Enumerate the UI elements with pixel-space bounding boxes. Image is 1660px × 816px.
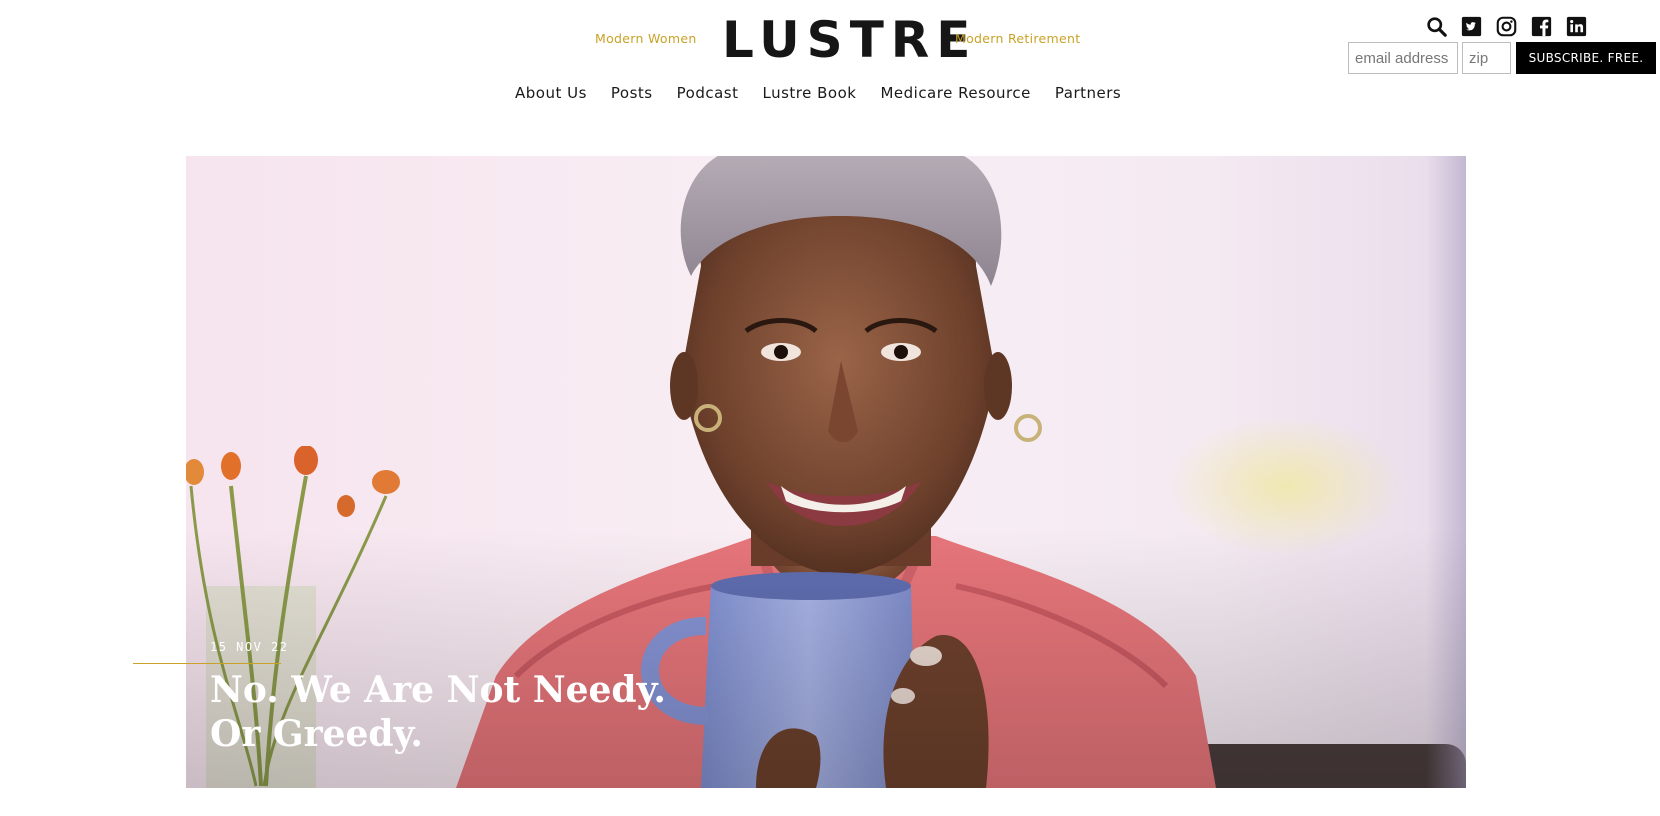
site-logo[interactable]: LUSTRE xyxy=(722,12,977,68)
zip-field[interactable] xyxy=(1462,42,1511,74)
twitter-icon[interactable] xyxy=(1461,16,1482,37)
linkedin-icon[interactable] xyxy=(1566,16,1587,37)
nav-item-posts[interactable]: Posts xyxy=(611,84,653,102)
subscribe-form: SUBSCRIBE. FREE. xyxy=(1348,42,1656,74)
nav-item-lustre-book[interactable]: Lustre Book xyxy=(762,84,856,102)
header-icons xyxy=(1426,16,1587,37)
post-accent-line xyxy=(133,663,281,664)
post-date: 15 NOV 22 xyxy=(210,640,289,654)
instagram-icon[interactable] xyxy=(1496,16,1517,37)
nav-item-podcast[interactable]: Podcast xyxy=(677,84,739,102)
nav-item-about-us[interactable]: About Us xyxy=(515,84,587,102)
nav-item-medicare-resource[interactable]: Medicare Resource xyxy=(880,84,1030,102)
email-field[interactable] xyxy=(1348,42,1458,74)
nav-item-partners[interactable]: Partners xyxy=(1055,84,1121,102)
main-nav: About Us Posts Podcast Lustre Book Medic… xyxy=(515,84,1121,102)
tagline-modern-retirement[interactable]: Modern Retirement xyxy=(955,31,1080,46)
search-icon[interactable] xyxy=(1426,16,1447,37)
subscribe-button[interactable]: SUBSCRIBE. FREE. xyxy=(1516,42,1656,74)
facebook-icon[interactable] xyxy=(1531,16,1552,37)
tagline-modern-women[interactable]: Modern Women xyxy=(595,31,697,46)
post-title[interactable]: No. We Are Not Needy. Or Greedy. xyxy=(210,668,710,756)
